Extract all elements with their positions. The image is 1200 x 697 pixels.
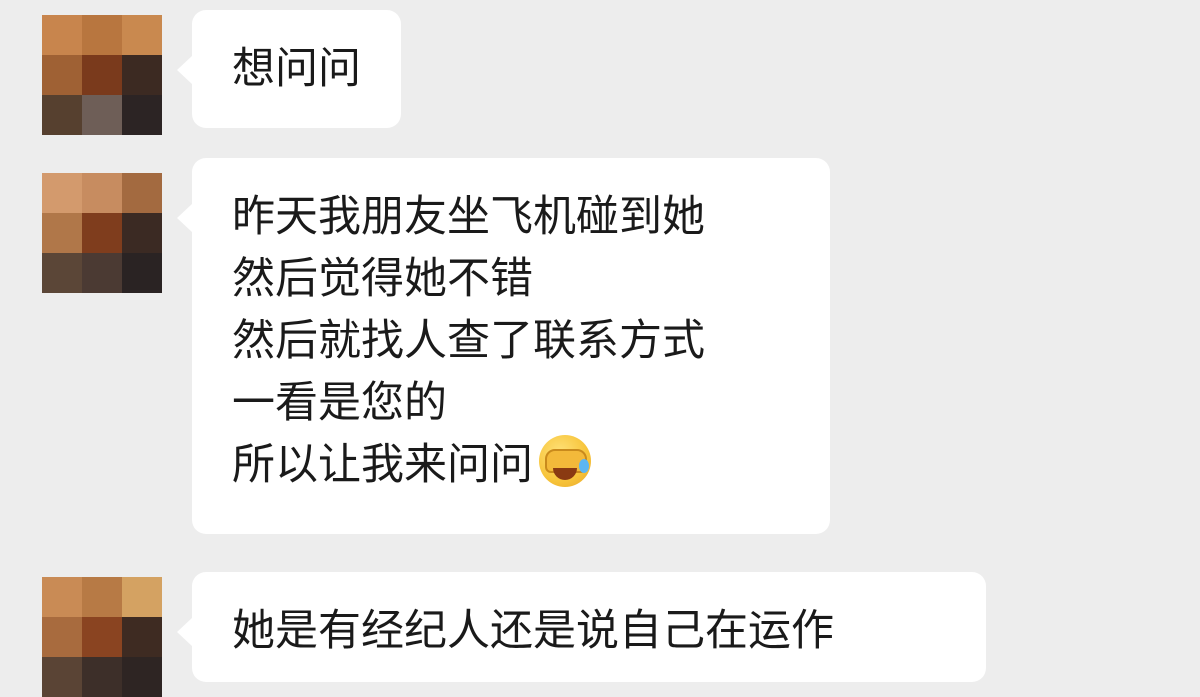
message-line: 她是有经纪人还是说自己在运作 <box>232 606 834 656</box>
avatar[interactable] <box>42 173 162 293</box>
message-line: 想问问 <box>232 44 361 94</box>
chat-message: 她是有经纪人还是说自己在运作 <box>0 572 1200 697</box>
message-bubble[interactable]: 她是有经纪人还是说自己在运作 <box>177 572 986 682</box>
message-line: 所以让我来问问 <box>232 434 790 496</box>
message-text: 所以让我来问问 <box>232 440 533 490</box>
message-line: 一看是您的 <box>232 378 447 428</box>
message-line: 昨天我朋友坐飞机碰到她 <box>232 192 705 242</box>
chat-message: 想问问 <box>0 10 1200 135</box>
avatar[interactable] <box>42 577 162 697</box>
avatar[interactable] <box>42 15 162 135</box>
message-bubble[interactable]: 想问问 <box>177 10 401 128</box>
message-line: 然后觉得她不错 <box>232 254 533 304</box>
facepalm-laugh-emoji <box>539 435 591 487</box>
chat-message: 昨天我朋友坐飞机碰到她 然后觉得她不错 然后就找人查了联系方式 一看是您的 所以… <box>0 158 1200 538</box>
message-line: 然后就找人查了联系方式 <box>232 316 705 366</box>
chat-view: 想问问 昨天我朋友坐飞机碰到她 然后觉得她不错 然后就找人查了联系方式 一看是您… <box>0 0 1200 697</box>
message-bubble[interactable]: 昨天我朋友坐飞机碰到她 然后觉得她不错 然后就找人查了联系方式 一看是您的 所以… <box>177 158 830 534</box>
